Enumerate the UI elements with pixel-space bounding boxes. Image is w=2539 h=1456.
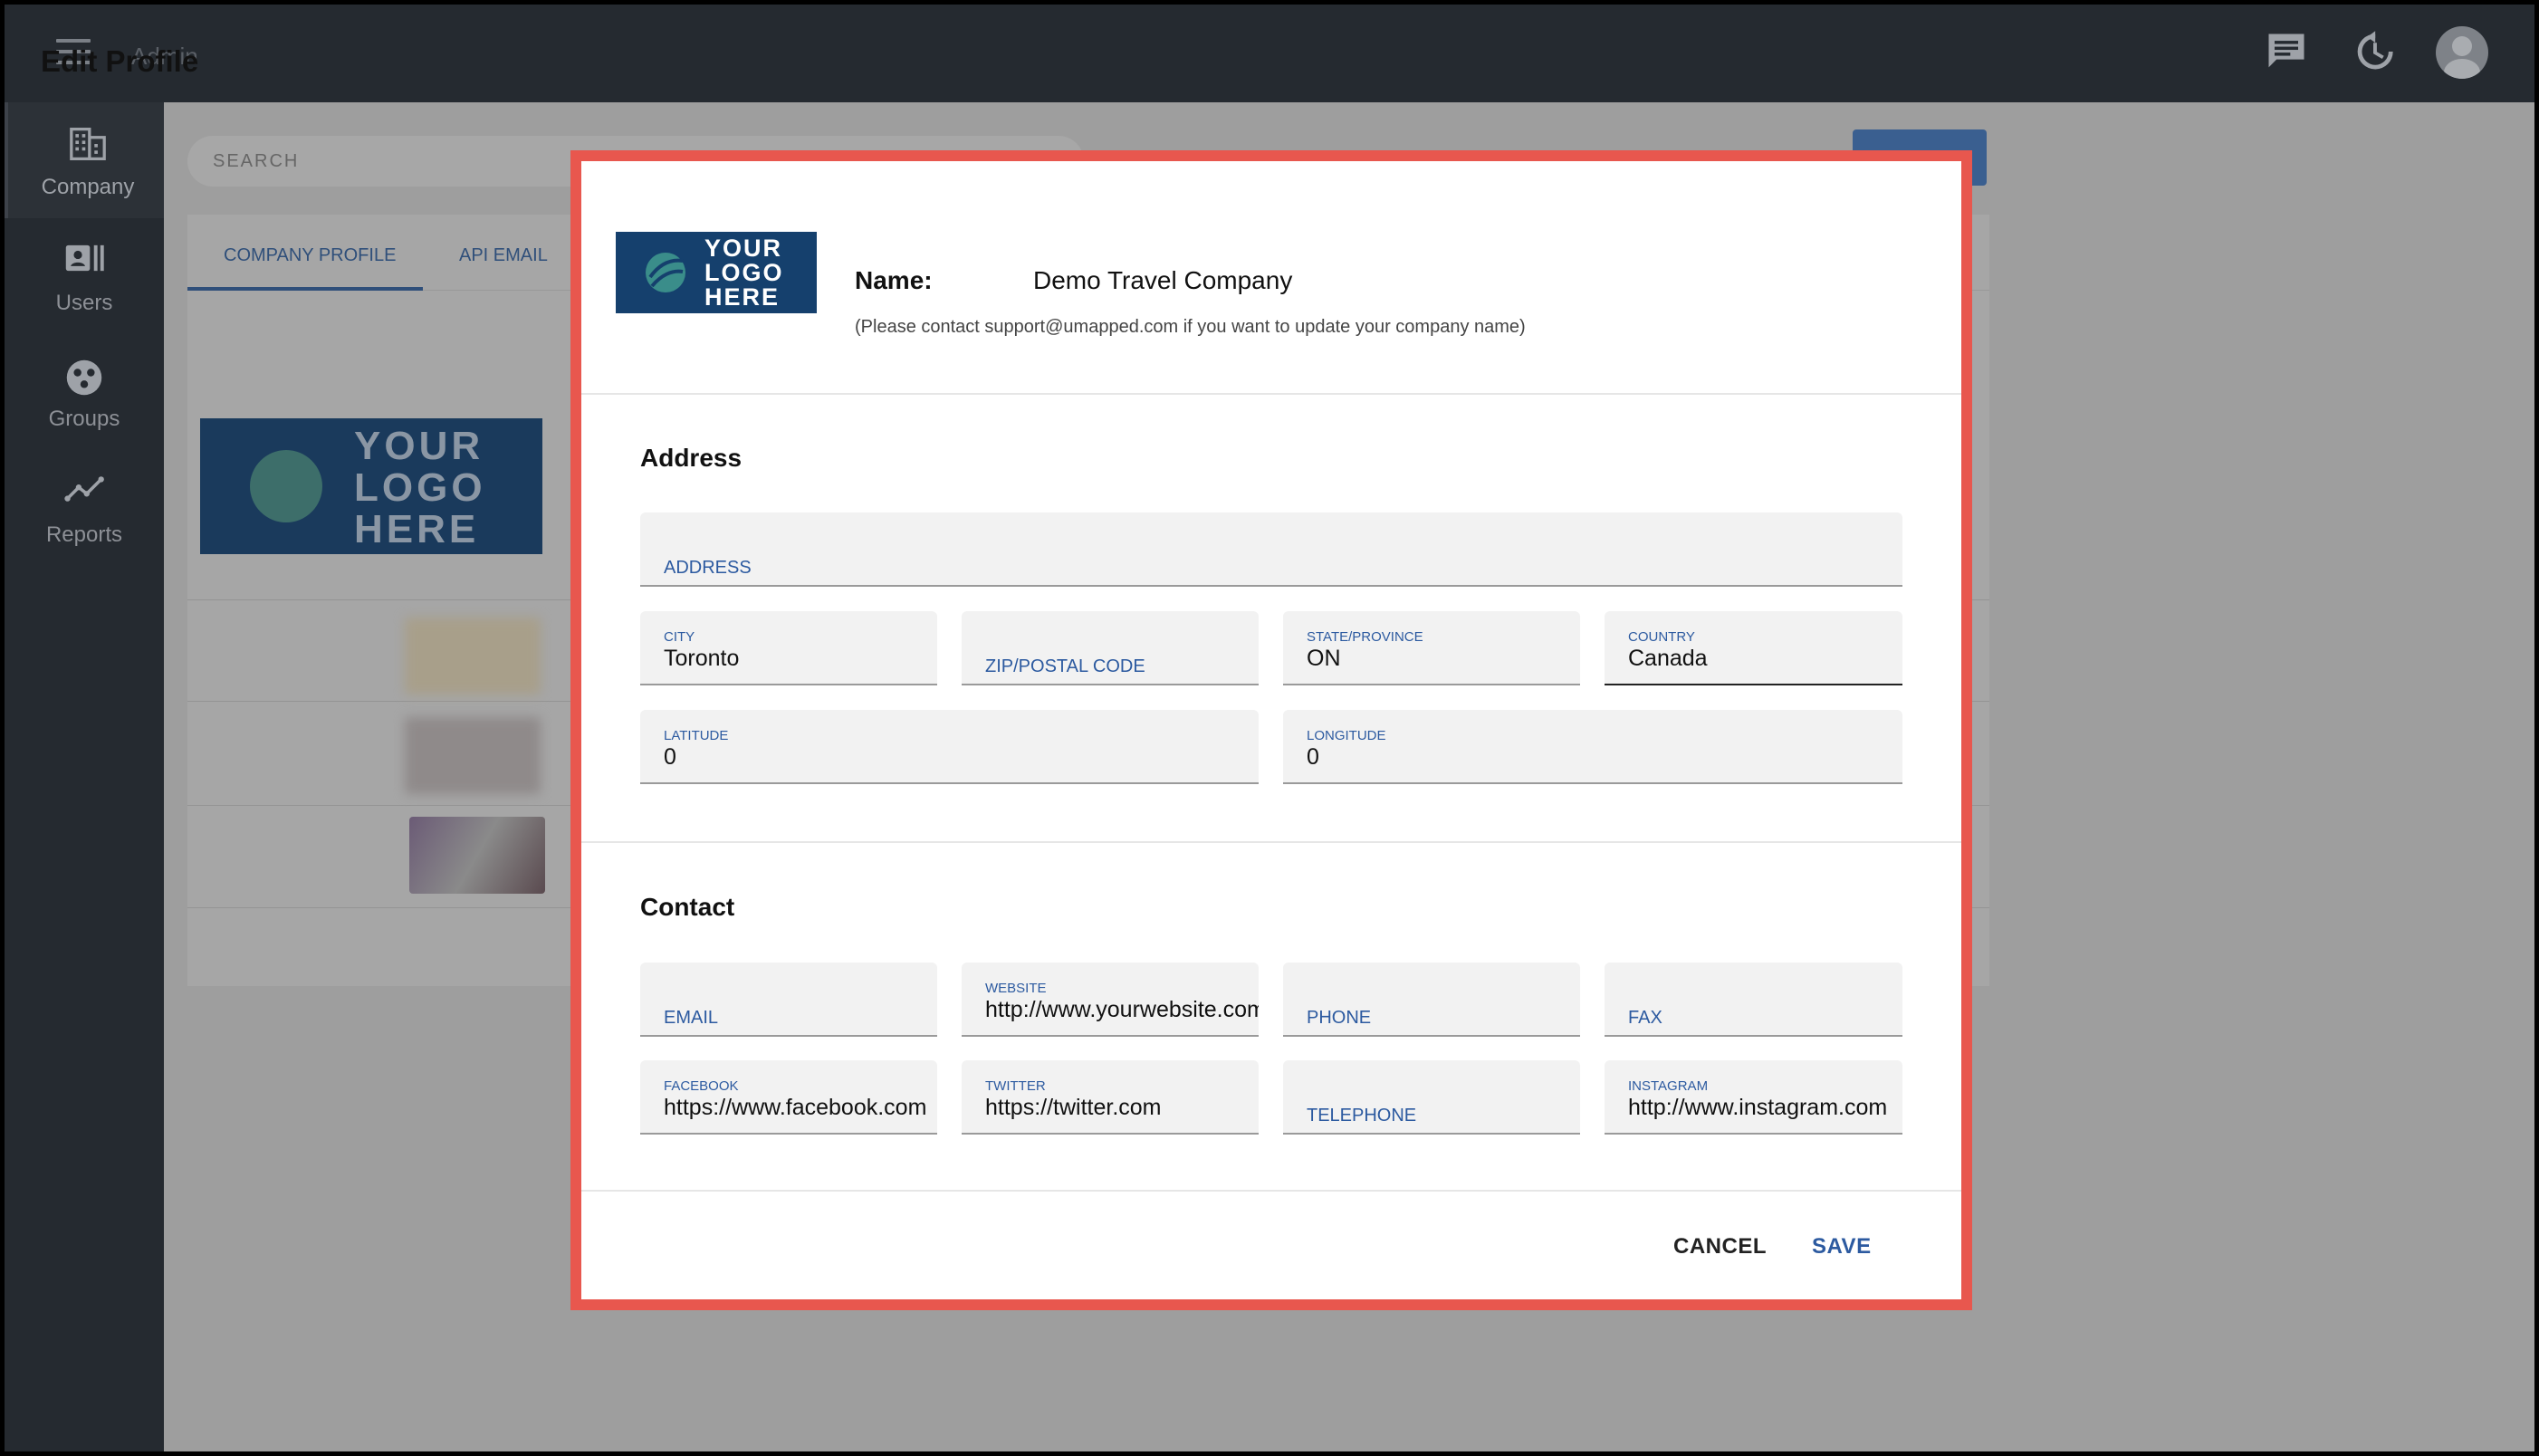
logo-text: YOUR LOGO HERE bbox=[704, 235, 784, 311]
sidebar-item-reports[interactable]: Reports bbox=[5, 450, 164, 566]
sidebar: Company Users Groups Reports bbox=[5, 102, 164, 1451]
instagram-value: http://www.instagram.com bbox=[1628, 1095, 1888, 1120]
tab-api-email[interactable]: API EMAIL bbox=[459, 245, 548, 266]
phone-field[interactable]: PHONE bbox=[1283, 963, 1580, 1037]
city-field[interactable]: CITY Toronto bbox=[640, 611, 937, 685]
name-help-text: (Please contact support@umapped.com if y… bbox=[855, 317, 1526, 337]
thumbnail-image bbox=[405, 717, 541, 794]
state-field[interactable]: STATE/PROVINCE ON bbox=[1283, 611, 1580, 685]
cancel-button[interactable]: CANCEL bbox=[1673, 1234, 1767, 1260]
chat-icon[interactable] bbox=[2263, 28, 2310, 75]
id-card-icon bbox=[65, 244, 104, 272]
address-field[interactable]: ADDRESS bbox=[640, 512, 1902, 587]
country-field[interactable]: COUNTRY Canada bbox=[1605, 611, 1902, 685]
tab-company-profile[interactable]: COMPANY PROFILE bbox=[224, 245, 396, 266]
sidebar-item-label: Users bbox=[55, 291, 113, 315]
address-placeholder: ADDRESS bbox=[664, 558, 752, 578]
twitter-label: TWITTER bbox=[985, 1078, 1046, 1094]
thumbnail-image bbox=[409, 817, 545, 894]
longitude-value: 0 bbox=[1307, 744, 1319, 770]
country-value: Canada bbox=[1628, 646, 1708, 671]
active-tab-indicator bbox=[187, 287, 423, 291]
logo-globe-icon bbox=[250, 450, 322, 522]
website-value: http://www.yourwebsite.com bbox=[985, 997, 1259, 1022]
longitude-field[interactable]: LONGITUDE 0 bbox=[1283, 710, 1902, 784]
avatar-head bbox=[2452, 36, 2472, 56]
state-value: ON bbox=[1307, 646, 1341, 671]
facebook-value: https://www.facebook.com bbox=[664, 1095, 927, 1120]
fax-field[interactable]: FAX bbox=[1605, 963, 1902, 1037]
facebook-field[interactable]: FACEBOOK https://www.facebook.com bbox=[640, 1060, 937, 1135]
instagram-label: INSTAGRAM bbox=[1628, 1078, 1709, 1094]
search-placeholder: SEARCH bbox=[213, 151, 300, 171]
state-label: STATE/PROVINCE bbox=[1307, 629, 1423, 645]
dialog-body: YOUR LOGO HERE Name: Demo Travel Company… bbox=[581, 161, 1961, 1299]
sidebar-item-groups[interactable]: Groups bbox=[5, 334, 164, 450]
sidebar-item-company[interactable]: Company bbox=[5, 102, 164, 218]
sidebar-item-label: Company bbox=[41, 175, 135, 199]
website-label: WEBSITE bbox=[985, 981, 1047, 996]
city-value: Toronto bbox=[664, 646, 740, 671]
sidebar-item-label: Reports bbox=[45, 522, 123, 547]
avatar-body bbox=[2444, 59, 2480, 79]
sidebar-item-label: Groups bbox=[48, 407, 120, 431]
website-field[interactable]: WEBSITE http://www.yourwebsite.com bbox=[962, 963, 1259, 1037]
telephone-field[interactable]: TELEPHONE bbox=[1283, 1060, 1580, 1135]
name-label: Name: bbox=[855, 266, 933, 294]
save-button[interactable]: SAVE bbox=[1812, 1234, 1872, 1260]
page-title: Edit Profile bbox=[41, 44, 199, 78]
twitter-value: https://twitter.com bbox=[985, 1095, 1162, 1120]
company-logo: YOUR LOGO HERE bbox=[616, 232, 817, 313]
email-placeholder: EMAIL bbox=[664, 1008, 719, 1028]
telephone-placeholder: TELEPHONE bbox=[1307, 1106, 1417, 1126]
top-bar: Admin Edit Profile bbox=[5, 5, 2534, 102]
divider bbox=[581, 393, 1961, 395]
country-label: COUNTRY bbox=[1628, 629, 1695, 645]
latitude-label: LATITUDE bbox=[664, 728, 729, 743]
twitter-field[interactable]: TWITTER https://twitter.com bbox=[962, 1060, 1259, 1135]
longitude-label: LONGITUDE bbox=[1307, 728, 1386, 743]
chart-line-icon bbox=[64, 476, 104, 502]
email-field[interactable]: EMAIL bbox=[640, 963, 937, 1037]
zip-field[interactable]: ZIP/POSTAL CODE bbox=[962, 611, 1259, 685]
fax-placeholder: FAX bbox=[1628, 1008, 1662, 1028]
logo-globe-icon bbox=[646, 253, 685, 292]
avatar[interactable] bbox=[2436, 26, 2488, 79]
city-label: CITY bbox=[664, 629, 695, 645]
instagram-field[interactable]: INSTAGRAM http://www.instagram.com bbox=[1605, 1060, 1902, 1135]
phone-placeholder: PHONE bbox=[1307, 1008, 1372, 1028]
divider bbox=[581, 1190, 1961, 1192]
thumbnail-image bbox=[405, 618, 541, 694]
company-name: Demo Travel Company bbox=[1033, 266, 1293, 294]
divider bbox=[581, 841, 1961, 843]
contact-section-title: Contact bbox=[640, 893, 735, 921]
latitude-value: 0 bbox=[664, 744, 676, 770]
address-section-title: Address bbox=[640, 444, 743, 472]
app-frame: Admin Edit Profile Company Users Groups … bbox=[5, 5, 2534, 1451]
groups-icon bbox=[66, 359, 102, 396]
latitude-field[interactable]: LATITUDE 0 bbox=[640, 710, 1259, 784]
sidebar-item-users[interactable]: Users bbox=[5, 218, 164, 334]
building-icon bbox=[70, 128, 106, 160]
logo-text: YOUR LOGO HERE bbox=[354, 424, 486, 551]
edit-profile-dialog: YOUR LOGO HERE Name: Demo Travel Company… bbox=[570, 150, 1972, 1310]
company-logo: YOUR LOGO HERE bbox=[200, 418, 542, 554]
history-icon[interactable] bbox=[2350, 28, 2397, 75]
zip-placeholder: ZIP/POSTAL CODE bbox=[985, 656, 1145, 676]
facebook-label: FACEBOOK bbox=[664, 1078, 739, 1094]
